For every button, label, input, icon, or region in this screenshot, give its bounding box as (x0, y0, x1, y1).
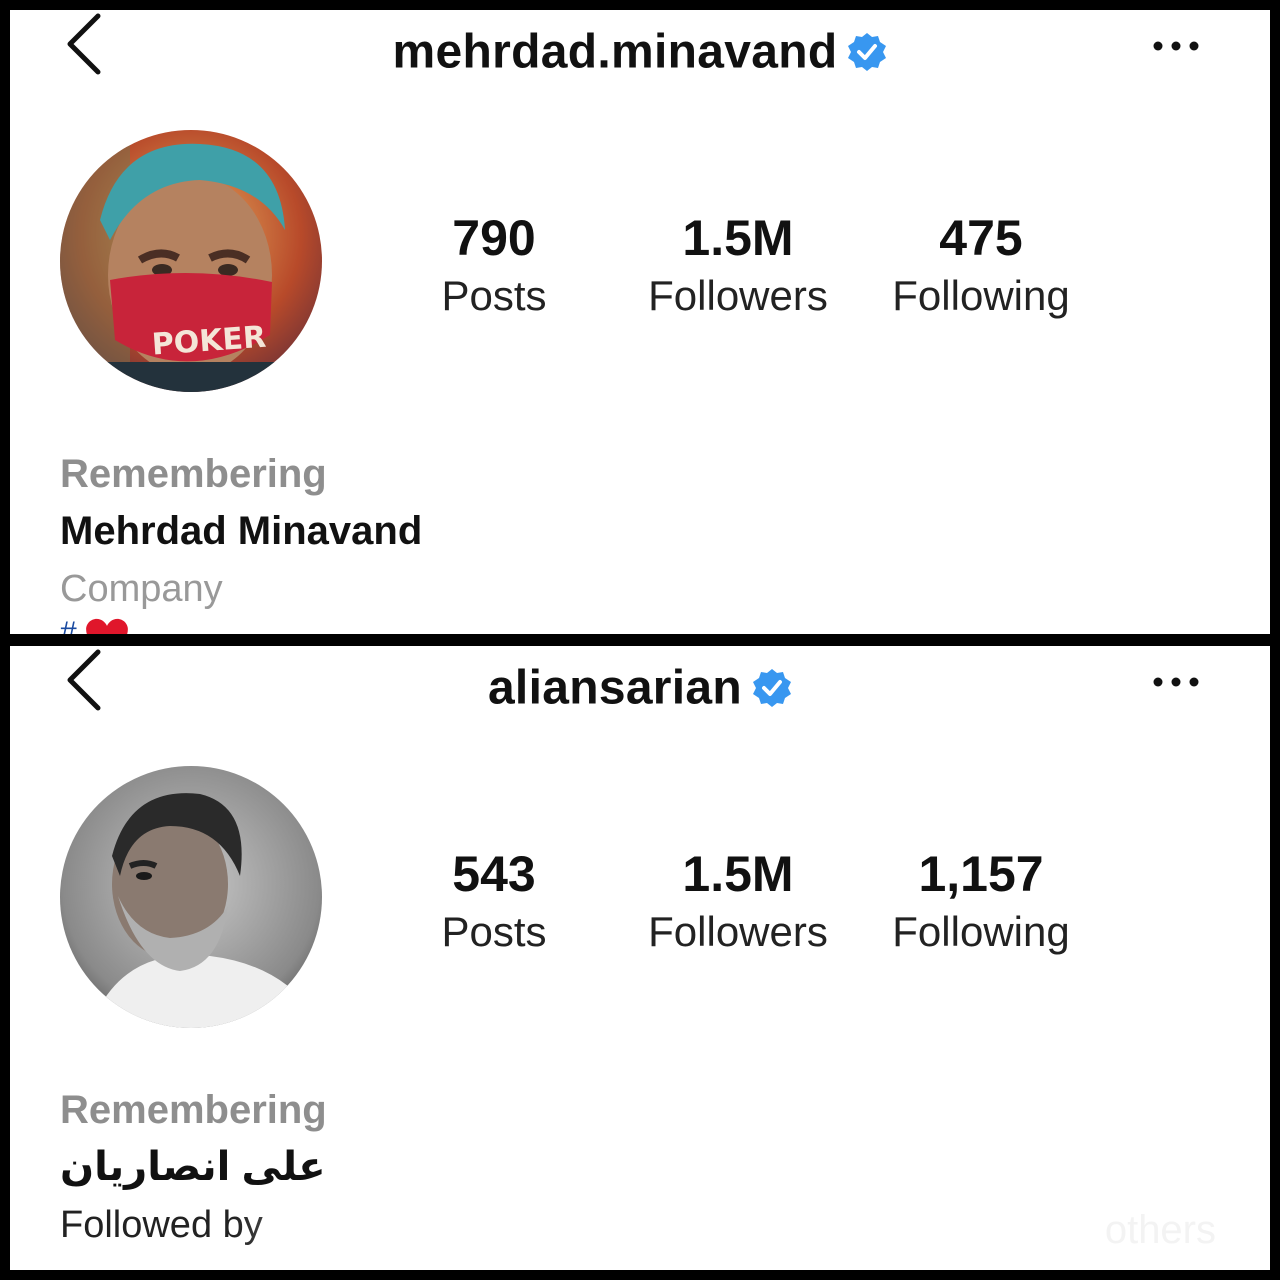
memorial-label: Remembering (60, 1088, 327, 1132)
posts-stat[interactable]: 790 Posts (384, 208, 604, 324)
following-count: 1,157 (918, 846, 1044, 902)
followed-by-text[interactable]: Followed by (60, 1196, 1220, 1254)
avatar[interactable]: POKER (60, 130, 322, 392)
profile-bio: Remembering Mehrdad Minavand Company # (60, 446, 1220, 634)
more-options-icon[interactable] (1150, 34, 1202, 58)
followed-by-others: others (1104, 1208, 1216, 1252)
posts-stat[interactable]: 543 Posts (384, 844, 604, 960)
following-stat[interactable]: 1,157 Following (871, 844, 1091, 960)
followers-stat[interactable]: 1.5M Followers (628, 844, 848, 960)
following-label: Following (892, 272, 1070, 319)
hashtag-text[interactable]: # (60, 618, 77, 634)
full-name: علی انصاریان (60, 1145, 326, 1189)
followers-count: 1.5M (682, 210, 794, 266)
bio-tagline: # (60, 618, 1220, 634)
category-label: Company (60, 568, 223, 610)
more-options-icon[interactable] (1150, 670, 1202, 694)
profile-header: mehrdad.minavand (10, 18, 1270, 84)
followers-label: Followers (648, 908, 828, 955)
posts-label: Posts (441, 272, 547, 319)
profile-panel-ali: aliansarian 543 Posts 1.5M Followers 1,1… (10, 646, 1270, 1270)
full-name: Mehrdad Minavand (60, 509, 423, 553)
posts-label: Posts (441, 908, 547, 955)
heart-icon (85, 618, 128, 634)
username-title: mehrdad.minavand (392, 25, 838, 79)
posts-count: 790 (452, 210, 536, 266)
following-count: 475 (939, 210, 1023, 266)
avatar[interactable] (60, 766, 322, 1028)
following-label: Following (892, 908, 1070, 955)
following-stat[interactable]: 475 Following (871, 208, 1091, 324)
profile-header: aliansarian (10, 654, 1270, 720)
profile-bio: Remembering علی انصاریان Followed by (60, 1082, 1220, 1254)
followers-count: 1.5M (682, 846, 794, 902)
profile-panel-mehrdad: mehrdad.minavand POKER 790 Posts 1.5M Fo… (10, 10, 1270, 634)
verified-badge-icon (753, 669, 792, 708)
followers-stat[interactable]: 1.5M Followers (628, 208, 848, 324)
verified-badge-icon (848, 33, 887, 72)
followers-label: Followers (648, 272, 828, 319)
username-title: aliansarian (487, 661, 743, 715)
posts-count: 543 (452, 846, 536, 902)
memorial-label: Remembering (60, 452, 327, 496)
